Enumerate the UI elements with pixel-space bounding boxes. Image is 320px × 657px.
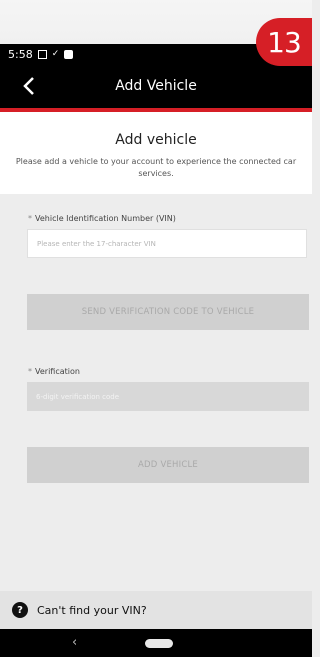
system-nav-bar: ‹ — [0, 629, 312, 657]
nav-back-icon[interactable]: ‹ — [72, 635, 77, 650]
vin-label-text: Vehicle Identification Number (VIN) — [35, 214, 176, 223]
message-icon — [64, 49, 74, 59]
verification-label: * Verification — [28, 367, 80, 376]
back-arrow-icon — [23, 77, 34, 95]
help-icon: ? — [12, 602, 28, 618]
notification-icon — [37, 49, 47, 59]
add-vehicle-button[interactable]: ADD VEHICLE — [27, 447, 309, 483]
help-text: Can't find your VIN? — [37, 603, 147, 617]
app-bar-title: Add Vehicle — [115, 78, 197, 94]
status-time: 5:58 — [8, 47, 33, 61]
page-description: Please add a vehicle to your account to … — [15, 157, 297, 178]
vin-label: * Vehicle Identification Number (VIN) — [28, 214, 176, 223]
page-title: Add vehicle — [115, 132, 197, 148]
back-button[interactable] — [18, 75, 40, 97]
vin-input[interactable] — [27, 229, 307, 258]
cant-find-vin-link[interactable]: ? Can't find your VIN? — [0, 591, 312, 629]
required-mark: * — [28, 214, 32, 223]
check-icon: ✓ — [51, 49, 60, 59]
step-number-badge: 13 — [256, 18, 312, 66]
app-bar: Add Vehicle — [0, 64, 312, 112]
nav-home-pill[interactable] — [145, 639, 173, 648]
send-verification-code-button[interactable]: SEND VERIFICATION CODE TO VEHICLE — [27, 294, 309, 330]
header-section: Add vehicle Please add a vehicle to your… — [0, 112, 312, 194]
verification-label-text: Verification — [35, 367, 80, 376]
form-area: *Vehicle Identification Number (VIN) SEN… — [0, 194, 312, 591]
verification-code-input[interactable] — [27, 382, 309, 411]
required-mark: * — [28, 367, 32, 376]
